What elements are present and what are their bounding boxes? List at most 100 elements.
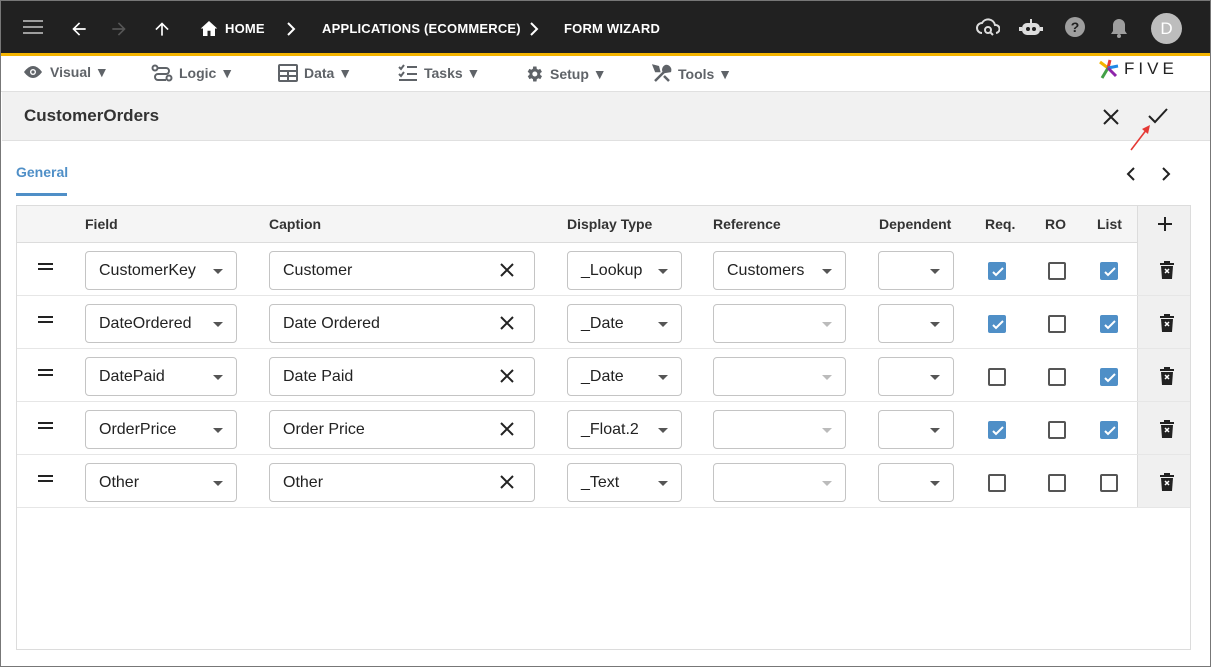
svg-text:?: ? [1071,19,1080,35]
req-checkbox[interactable] [988,421,1006,439]
chatbot-icon[interactable] [1019,17,1043,39]
grid-header: Field Caption Display Type Reference Dep… [17,206,1190,243]
chevron-left-icon[interactable] [1125,166,1137,187]
field-select[interactable]: CustomerKey [85,251,237,290]
clear-icon[interactable] [500,369,514,388]
row-divider [17,507,1190,508]
menu-setup[interactable]: Setup ▼ [524,64,607,84]
table-row: Other Other _Text [17,455,1137,508]
ro-checkbox[interactable] [1048,262,1066,280]
req-checkbox[interactable] [988,315,1006,333]
delete-row-icon[interactable] [1160,420,1174,443]
clear-icon[interactable] [500,316,514,335]
caption-input[interactable]: Order Price [269,410,535,449]
menu-visual[interactable]: Visual ▼ [22,64,109,80]
menu-bar: Visual ▼ Logic ▼ Data ▼ Tasks ▼ Setup ▼ … [1,56,1210,92]
user-avatar[interactable]: D [1151,13,1182,44]
caption-input[interactable]: Customer [269,251,535,290]
display-type-select[interactable]: _Lookup [567,251,682,290]
cloud-search-icon[interactable] [976,16,1000,38]
home-icon[interactable] [200,20,218,37]
delete-row-icon[interactable] [1160,473,1174,496]
column-header-reference: Reference [713,216,781,232]
dropdown-arrow-icon [213,481,223,486]
req-checkbox[interactable] [988,474,1006,492]
delete-row-icon[interactable] [1160,261,1174,284]
req-checkbox[interactable] [988,368,1006,386]
chevron-right-icon [285,22,297,36]
reference-select[interactable] [713,463,846,502]
column-header-caption: Caption [269,216,322,232]
tab-general[interactable]: General [16,164,68,180]
reference-select[interactable]: Customers [713,251,846,290]
caption-input[interactable]: Date Paid [269,357,535,396]
field-select[interactable]: Other [85,463,237,502]
column-header-display-type: Display Type [567,216,653,232]
breadcrumb-home[interactable]: HOME [225,21,265,36]
drag-handle-icon[interactable] [38,422,53,432]
drag-handle-icon[interactable] [38,316,53,326]
ro-checkbox[interactable] [1048,368,1066,386]
dropdown-arrow-icon [930,322,940,327]
clear-icon[interactable] [500,422,514,441]
display-type-select[interactable]: _Float.2 [567,410,682,449]
dropdown-arrow-icon [658,269,668,274]
add-row-icon[interactable] [1157,216,1173,237]
field-select-value: CustomerKey [99,262,196,279]
dependent-select[interactable] [878,304,954,343]
help-icon[interactable]: ? [1064,16,1086,38]
req-checkbox[interactable] [988,262,1006,280]
menu-data[interactable]: Data ▼ [278,64,352,82]
field-select[interactable]: DatePaid [85,357,237,396]
menu-setup-label: Setup ▼ [550,66,607,82]
list-checkbox[interactable] [1100,315,1118,333]
clear-icon[interactable] [500,263,514,282]
display-type-select[interactable]: _Text [567,463,682,502]
field-select[interactable]: OrderPrice [85,410,237,449]
dropdown-arrow-icon [822,481,832,486]
close-icon[interactable] [1102,108,1120,131]
hamburger-menu-icon[interactable] [23,18,45,36]
ro-checkbox[interactable] [1048,474,1066,492]
forward-arrow-icon[interactable] [109,19,129,39]
dependent-select[interactable] [878,410,954,449]
dependent-select[interactable] [878,251,954,290]
chevron-right-icon[interactable] [1160,166,1172,187]
chevron-right-icon [528,22,540,36]
dependent-select[interactable] [878,357,954,396]
drag-handle-icon[interactable] [38,475,53,485]
menu-tools[interactable]: Tools ▼ [652,64,732,84]
delete-row-icon[interactable] [1160,367,1174,390]
list-checkbox[interactable] [1100,421,1118,439]
drag-handle-icon[interactable] [38,369,53,379]
back-arrow-icon[interactable] [69,19,89,39]
menu-logic[interactable]: Logic ▼ [151,64,234,82]
menu-tasks[interactable]: Tasks ▼ [398,64,480,82]
list-checkbox[interactable] [1100,368,1118,386]
caption-input[interactable]: Date Ordered [269,304,535,343]
menu-visual-label: Visual ▼ [50,64,109,80]
delete-row-icon[interactable] [1160,314,1174,337]
reference-select[interactable] [713,357,846,396]
caption-input[interactable]: Other [269,463,535,502]
notification-bell-icon[interactable] [1109,17,1129,39]
display-type-select[interactable]: _Date [567,357,682,396]
display-type-select[interactable]: _Date [567,304,682,343]
ro-checkbox[interactable] [1048,315,1066,333]
table-row: DateOrdered Date Ordered _Date [17,296,1137,349]
reference-select[interactable] [713,304,846,343]
drag-handle-icon[interactable] [38,263,53,273]
clear-icon[interactable] [500,475,514,494]
reference-select[interactable] [713,410,846,449]
field-select[interactable]: DateOrdered [85,304,237,343]
dropdown-arrow-icon [658,322,668,327]
breadcrumb-current: FORM WIZARD [564,21,661,36]
up-arrow-icon[interactable] [152,19,172,39]
annotation-arrow-icon [1128,121,1154,158]
ro-checkbox[interactable] [1048,421,1066,439]
dependent-select[interactable] [878,463,954,502]
list-checkbox[interactable] [1100,262,1118,280]
breadcrumb-applications[interactable]: APPLICATIONS (ECOMMERCE) [322,21,521,36]
list-checkbox[interactable] [1100,474,1118,492]
five-logo-mark-icon [1099,59,1119,79]
